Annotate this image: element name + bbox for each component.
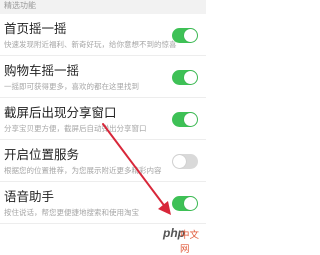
setting-description: 分享宝贝更方便，截屏后自动弹出分享窗口	[4, 124, 147, 133]
toggle-knob	[184, 113, 197, 126]
toggle-knob	[173, 155, 186, 168]
location-toggle[interactable]	[172, 154, 198, 169]
toggle-knob	[184, 71, 197, 84]
setting-description: 按住说话，帮您更便捷地搜索和使用淘宝	[4, 208, 139, 217]
voice-assistant-toggle[interactable]	[172, 196, 198, 211]
setting-description: 一摇即可获得更多，喜欢的都在这里找到	[4, 82, 139, 91]
watermark-logo: php 中文网	[160, 224, 204, 255]
setting-item-cart-shake: 购物车摇一摇 一摇即可获得更多，喜欢的都在这里找到	[0, 56, 206, 98]
cart-shake-toggle[interactable]	[172, 70, 198, 85]
setting-item-location: 开启位置服务 根据您的位置推荐，为您展示附近更多精彩内容	[0, 140, 206, 182]
setting-item-home-shake: 首页摇一摇 快速发现附近福利、新奇好玩，给你意想不到的惊喜	[0, 14, 206, 56]
setting-item-voice-assistant: 语音助手 按住说话，帮您更便捷地搜索和使用淘宝	[0, 182, 206, 224]
toggle-knob	[184, 197, 197, 210]
screenshot-share-toggle[interactable]	[172, 112, 198, 127]
section-header: 精选功能	[0, 0, 206, 14]
setting-item-screenshot-share: 截屏后出现分享窗口 分享宝贝更方便，截屏后自动弹出分享窗口	[0, 98, 206, 140]
setting-description: 快速发现附近福利、新奇好玩，给你意想不到的惊喜	[4, 40, 177, 49]
setting-title: 语音助手	[4, 189, 55, 204]
setting-title: 首页摇一摇	[4, 21, 67, 36]
watermark-part2: 中文网	[180, 230, 200, 255]
setting-title: 截屏后出现分享窗口	[4, 105, 117, 120]
setting-description: 根据您的位置推荐，为您展示附近更多精彩内容	[4, 166, 162, 175]
section-header-label: 精选功能	[4, 1, 36, 10]
toggle-knob	[184, 29, 197, 42]
setting-title: 开启位置服务	[4, 147, 80, 162]
setting-title: 购物车摇一摇	[4, 63, 80, 78]
home-shake-toggle[interactable]	[172, 28, 198, 43]
